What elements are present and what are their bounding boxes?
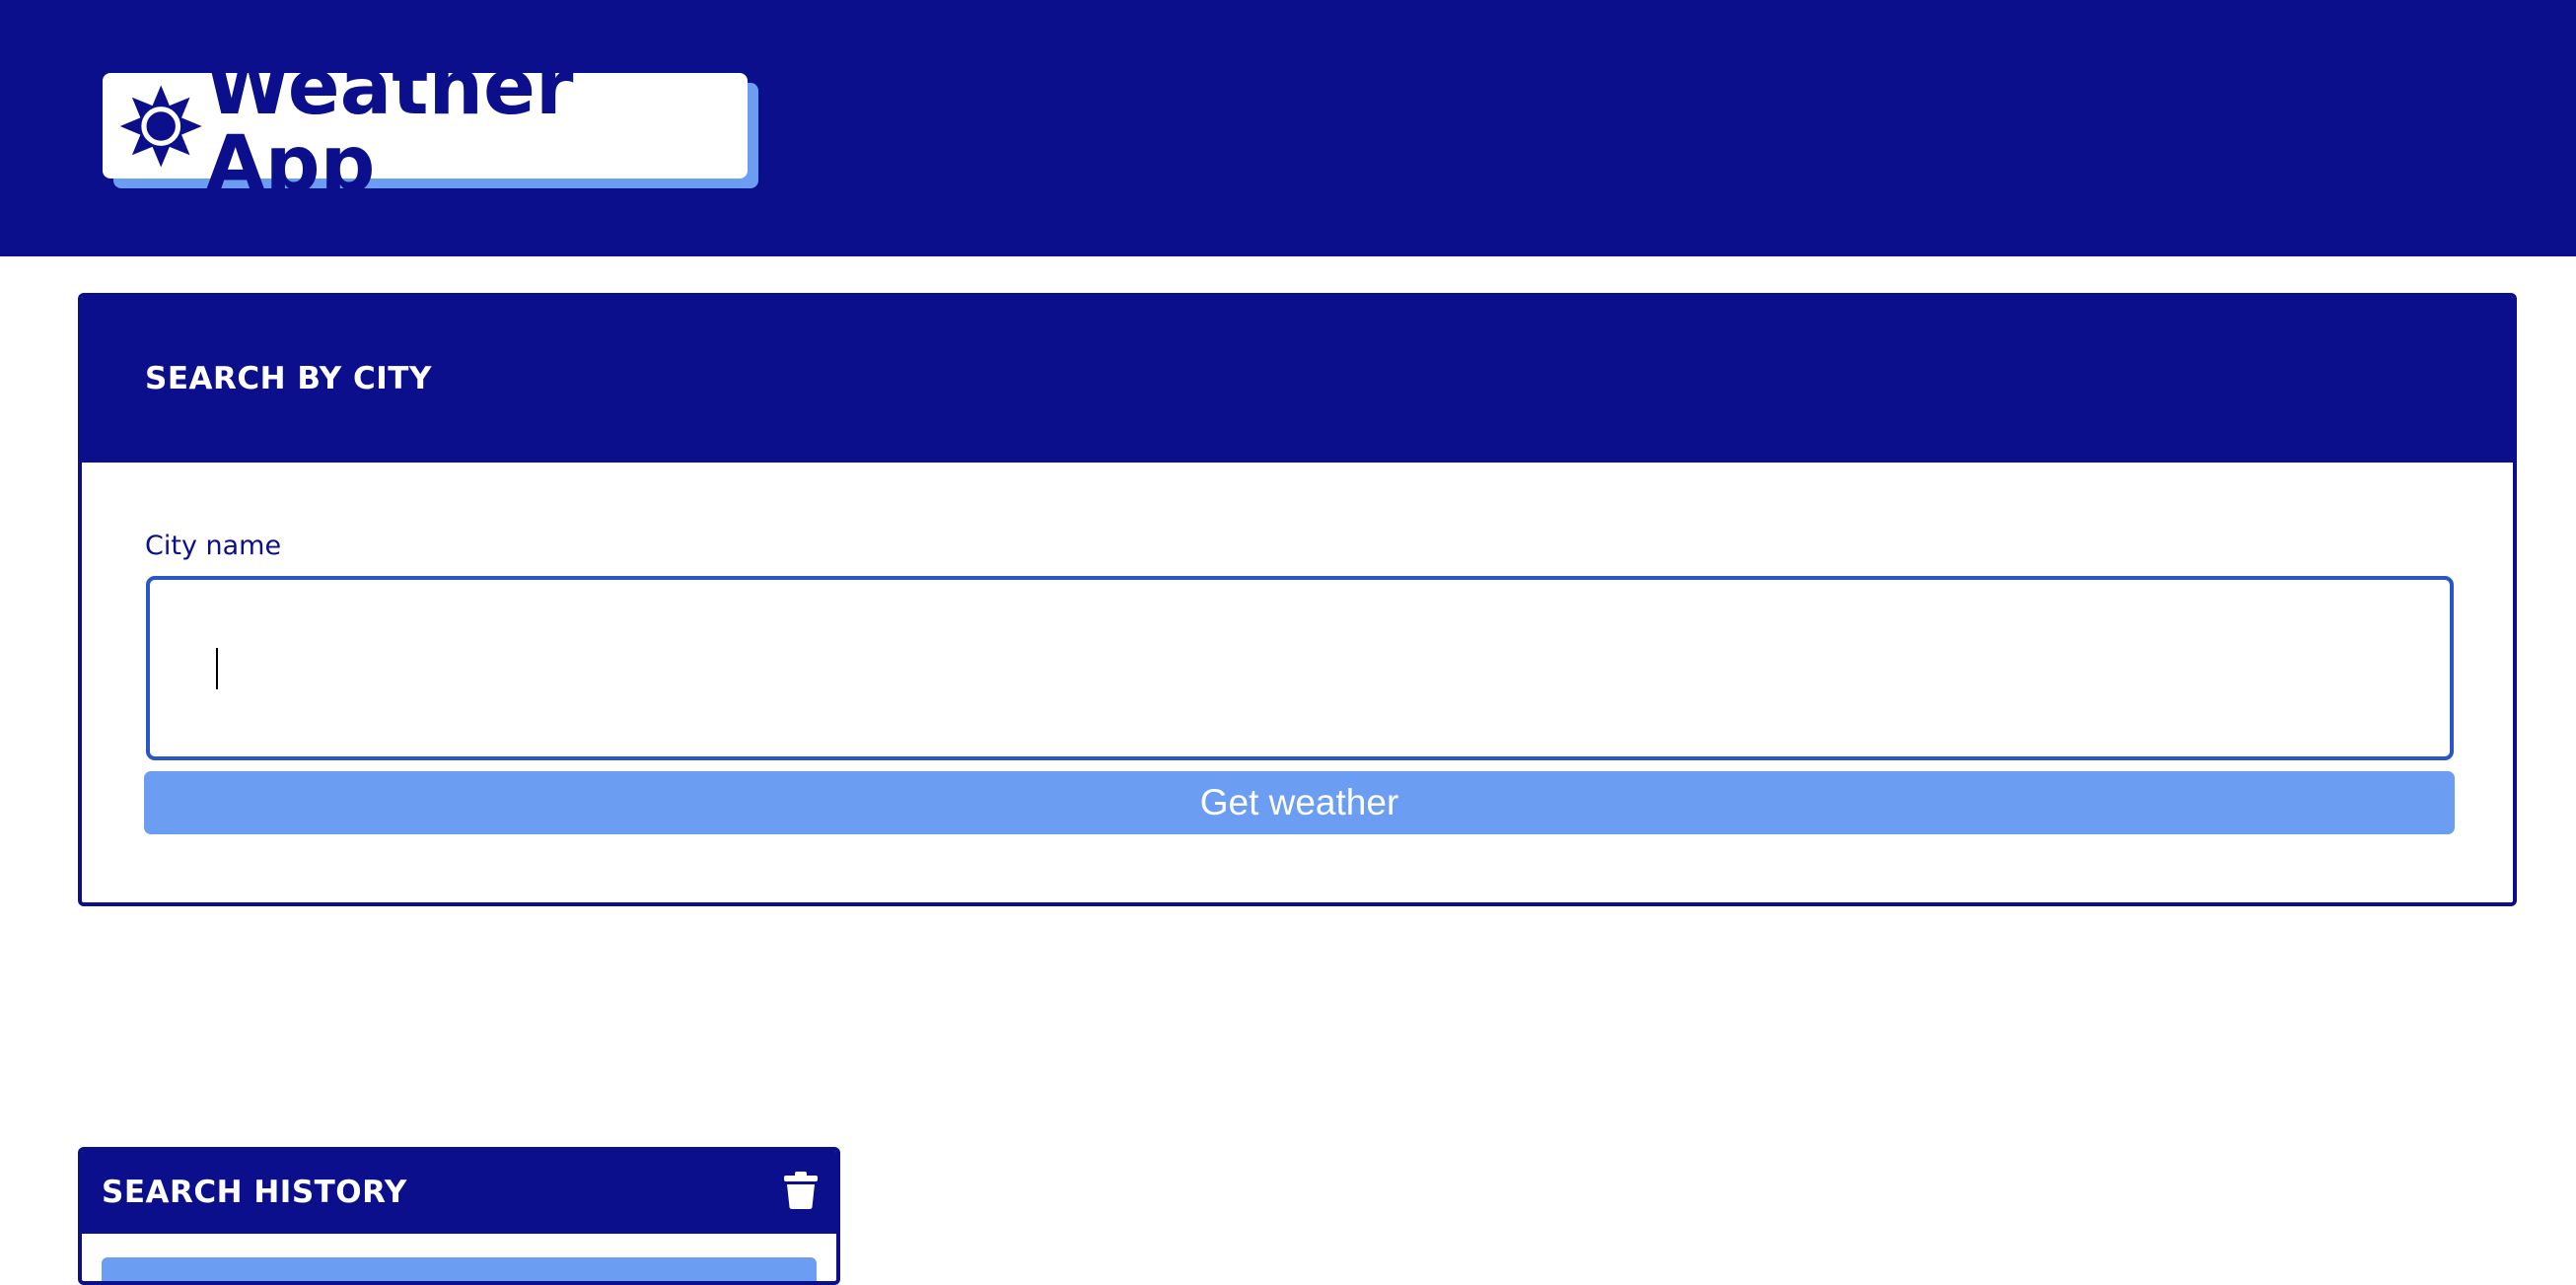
trash-icon: [784, 1172, 818, 1209]
search-history-title: SEARCH HISTORY: [102, 1175, 407, 1210]
app-header: Weather App: [0, 0, 2576, 256]
app-title: Weather App: [205, 42, 574, 209]
search-card-header: SEARCH BY CITY: [82, 297, 2513, 463]
city-name-input[interactable]: [146, 576, 2454, 760]
sun-icon: [119, 85, 202, 167]
get-weather-button[interactable]: Get weather: [144, 771, 2455, 834]
clear-history-button[interactable]: [783, 1171, 819, 1210]
text-cursor: [216, 648, 218, 689]
city-name-label: City name: [145, 531, 282, 561]
search-history-card: SEARCH HISTORY: [78, 1147, 840, 1285]
search-card: SEARCH BY CITY City name Get weather: [78, 293, 2517, 906]
search-card-title: SEARCH BY CITY: [145, 361, 432, 396]
app-logo: Weather App: [103, 49, 748, 203]
search-history-header: SEARCH HISTORY: [82, 1151, 836, 1234]
history-item[interactable]: [102, 1257, 817, 1281]
